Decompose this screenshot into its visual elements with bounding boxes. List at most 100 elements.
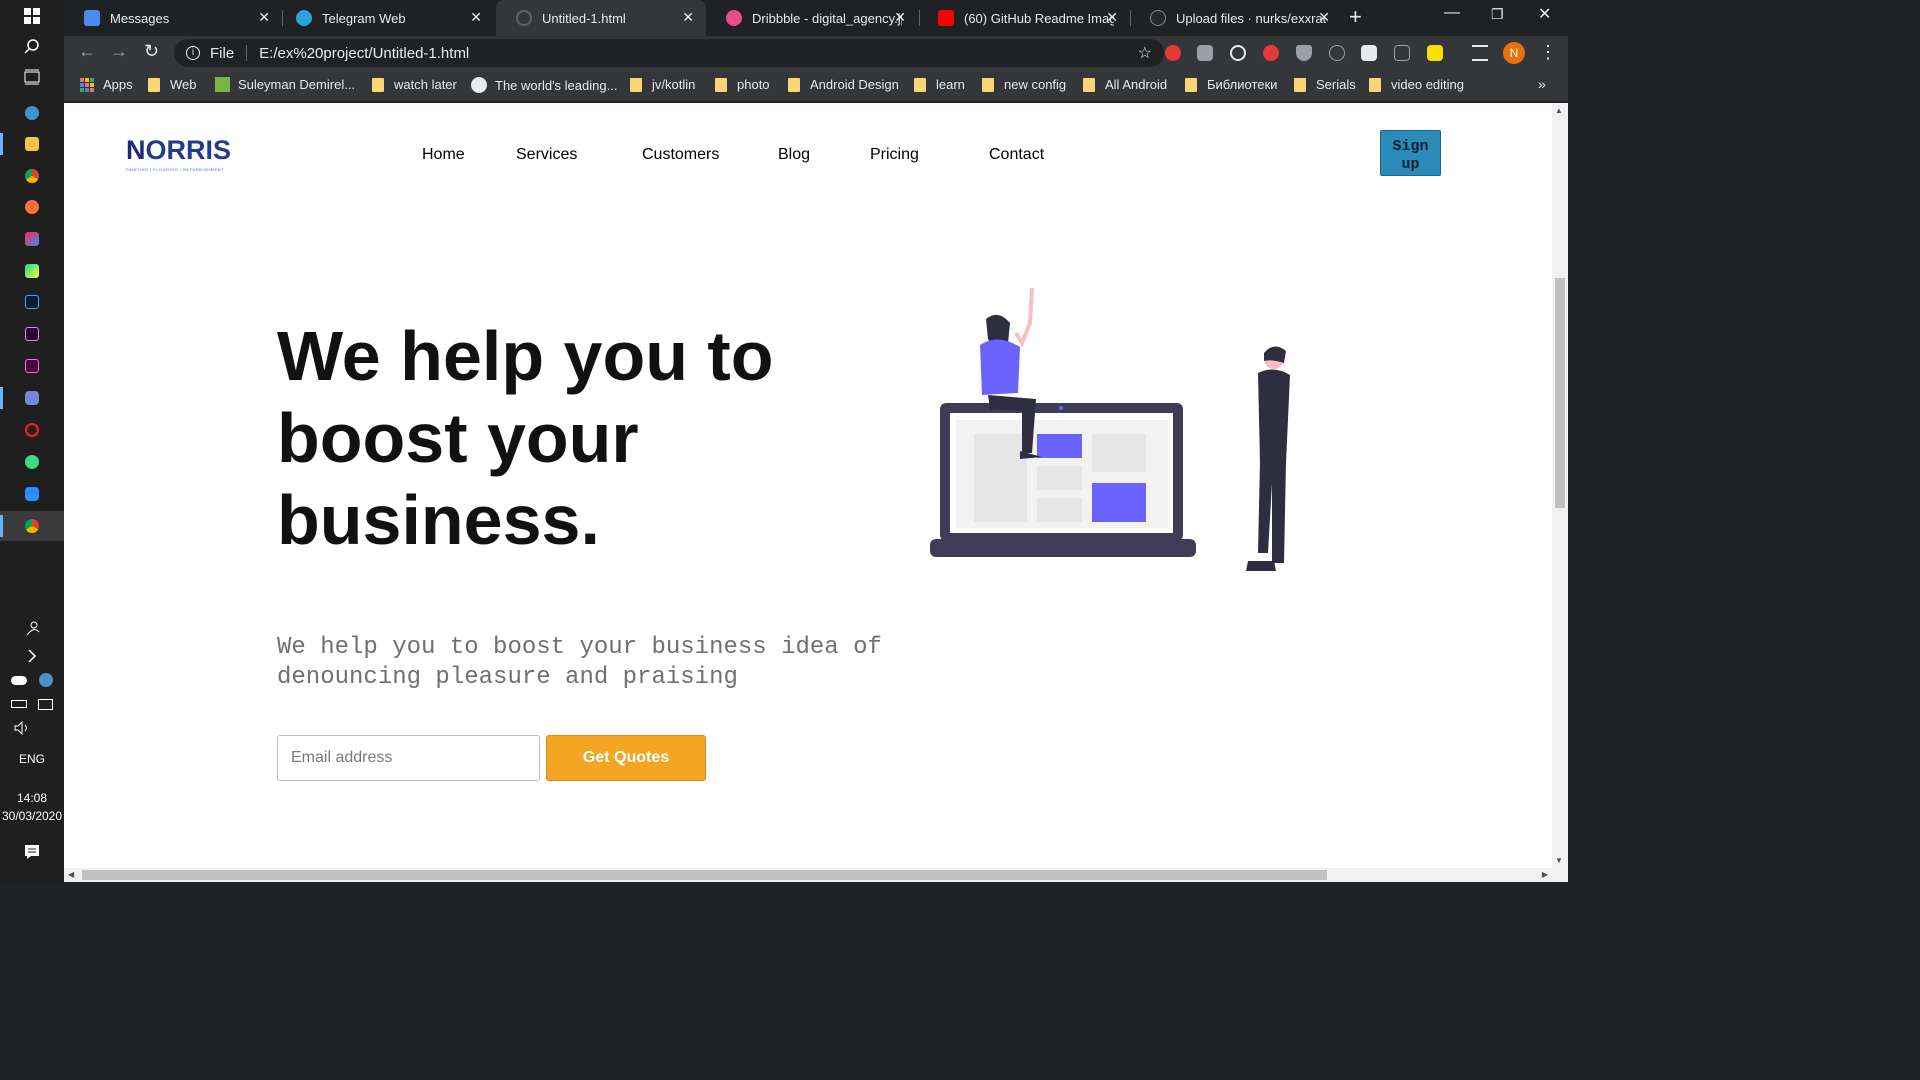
language-indicator[interactable]: ENG [0, 752, 64, 766]
close-tab-icon[interactable]: ✕ [258, 9, 270, 26]
clock-date[interactable]: 30/03/2020 [0, 809, 64, 823]
close-window-button[interactable]: ✕ [1538, 4, 1551, 24]
close-tab-icon[interactable]: ✕ [682, 9, 694, 26]
cube-icon[interactable] [1361, 45, 1377, 61]
bookmark-new-config[interactable]: new config [982, 77, 1066, 92]
chrome-menu-icon[interactable]: ⋮ [1539, 42, 1557, 63]
scroll-left-arrow-icon[interactable]: ◀ [68, 870, 74, 879]
screen-block-accent [1092, 483, 1146, 522]
nav-pricing[interactable]: Pricing [870, 146, 919, 164]
bookmark-serials[interactable]: Serials [1294, 77, 1356, 92]
bookmark-star-icon[interactable]: ☆ [1138, 43, 1152, 63]
display-icon[interactable] [38, 698, 53, 710]
nav-home[interactable]: Home [422, 146, 465, 164]
get-quotes-button[interactable]: Get Quotes [546, 735, 706, 781]
pdf-icon[interactable] [1394, 45, 1410, 61]
tab-telegram[interactable]: Telegram Web ✕ [276, 0, 494, 36]
bookmark-github[interactable]: The world's leading... [471, 77, 617, 93]
vertical-scroll-thumb[interactable] [1555, 278, 1565, 508]
android-studio-icon[interactable] [0, 447, 64, 477]
nav-customers[interactable]: Customers [642, 146, 719, 164]
scroll-up-arrow-icon[interactable]: ▲ [1555, 106, 1563, 115]
nav-contact[interactable]: Contact [989, 146, 1044, 164]
tab-messages[interactable]: Messages ✕ [64, 0, 282, 36]
new-tab-button[interactable]: + [1349, 4, 1362, 30]
reload-button[interactable]: ↻ [144, 41, 159, 62]
bookmark-photo[interactable]: photo [715, 77, 770, 92]
action-center-icon[interactable] [0, 837, 64, 867]
media-control-icon[interactable] [1472, 45, 1488, 61]
address-bar[interactable]: i File E:/ex%20project/Untitled-1.html ☆ [174, 39, 1164, 67]
onedrive-icon[interactable] [11, 675, 28, 685]
bookmark-web[interactable]: Web [148, 77, 197, 92]
bookmark-libraries[interactable]: Библиотеки [1185, 77, 1277, 92]
premiere-icon[interactable] [0, 319, 64, 349]
nav-services[interactable]: Services [516, 146, 577, 164]
intellij-icon[interactable] [0, 224, 64, 254]
zoom-icon[interactable] [0, 479, 64, 509]
tab-dribbble[interactable]: Dribbble - digital_agency.jpg ✕ [706, 0, 918, 36]
vertical-scrollbar[interactable]: ▲ ▼ [1552, 103, 1568, 868]
bookmark-android-design[interactable]: Android Design [788, 77, 899, 92]
chrome-active-icon[interactable] [0, 511, 64, 541]
man-jacket [1258, 369, 1290, 463]
close-tab-icon[interactable]: ✕ [470, 9, 482, 26]
people-icon[interactable] [0, 613, 64, 643]
lightbulb-icon[interactable] [1329, 45, 1345, 61]
minimize-button[interactable]: — [1444, 4, 1460, 22]
scroll-down-arrow-icon[interactable]: ▼ [1555, 856, 1563, 865]
bookmark-jv-kotlin[interactable]: jv/kotlin [630, 77, 695, 92]
chrome-icon[interactable] [0, 161, 64, 191]
clock-time[interactable]: 14:08 [0, 791, 64, 805]
profile-avatar[interactable]: N [1503, 42, 1525, 64]
email-input[interactable] [277, 735, 540, 781]
tab-upload-files[interactable]: Upload files · nurks/exxrau ✕ [1130, 0, 1342, 36]
bookmark-apps[interactable]: Apps [80, 77, 133, 92]
extension-1-icon[interactable] [1165, 45, 1181, 61]
scroll-right-arrow-icon[interactable]: ▶ [1542, 870, 1548, 879]
bookmark-video-editing[interactable]: video editing [1369, 77, 1464, 92]
nav-blog[interactable]: Blog [778, 146, 810, 164]
task-view-icon[interactable] [0, 62, 64, 92]
site-info-icon[interactable]: i [186, 46, 200, 60]
file-explorer-icon[interactable] [0, 129, 64, 159]
extension-3-icon[interactable] [1230, 45, 1246, 61]
url-text[interactable]: E:/ex%20project/Untitled-1.html [259, 45, 469, 62]
steam-icon[interactable] [0, 98, 64, 128]
back-button[interactable]: ← [78, 41, 96, 62]
tab-title: Untitled-1.html [542, 10, 626, 26]
adblock-plus-icon[interactable] [1263, 45, 1279, 61]
search-icon[interactable] [0, 31, 64, 61]
restore-button[interactable]: ❐ [1491, 6, 1504, 23]
tab-title: Messages [110, 10, 170, 26]
bookmark-learn[interactable]: learn [914, 77, 965, 92]
bookmark-suleyman-demirel[interactable]: Suleyman Demirel... [215, 77, 355, 92]
pycharm-icon[interactable] [0, 256, 64, 286]
horizontal-scrollbar[interactable]: ◀ ▶ [64, 868, 1568, 882]
photoshop-icon[interactable] [0, 287, 64, 317]
norris-logo[interactable]: NORRIS PAINTING | FLOORING | REFURBISHME… [126, 135, 231, 172]
extension-2-icon[interactable] [1197, 45, 1213, 61]
close-tab-icon[interactable]: ✕ [894, 9, 906, 26]
close-tab-icon[interactable]: ✕ [1318, 9, 1330, 26]
tab-untitled-active[interactable]: Untitled-1.html ✕ [496, 0, 706, 36]
sign-up-button[interactable]: Sign up [1380, 130, 1441, 176]
discord-icon[interactable] [0, 383, 64, 413]
adobe-xd-icon[interactable] [0, 351, 64, 381]
shield-icon[interactable] [1296, 45, 1312, 61]
logo-tagline: PAINTING | FLOORING | REFURBISHMENT [126, 167, 224, 172]
bookmarks-overflow-button[interactable]: » [1538, 76, 1546, 92]
opera-icon[interactable] [0, 415, 64, 445]
firefox-icon[interactable] [0, 192, 64, 222]
extension-yellow-icon[interactable] [1427, 45, 1443, 61]
horizontal-scroll-thumb[interactable] [82, 870, 1327, 880]
volume-icon[interactable] [0, 713, 64, 743]
close-tab-icon[interactable]: ✕ [1106, 9, 1118, 26]
tab-github-readme[interactable]: (60) GitHub Readme Images ✕ [918, 0, 1130, 36]
steam-tray-icon[interactable] [38, 673, 53, 687]
bookmark-all-android[interactable]: All Android [1083, 77, 1167, 92]
forward-button[interactable]: → [110, 41, 128, 62]
windows-start-icon[interactable] [0, 1, 64, 31]
battery-icon[interactable] [11, 700, 27, 708]
bookmark-watch-later[interactable]: watch later [372, 77, 457, 92]
